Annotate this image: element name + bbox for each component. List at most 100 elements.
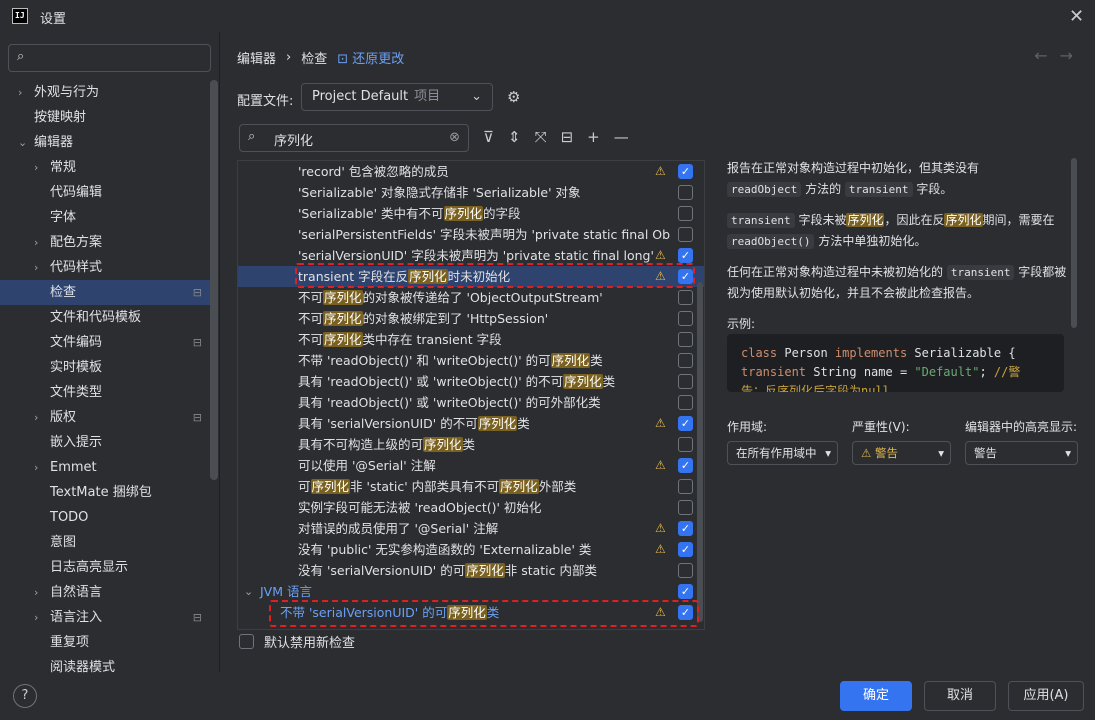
sidebar-item[interactable]: TODO: [0, 505, 210, 530]
inspection-row[interactable]: 可以使用 '@Serial' 注解 ⚠ ✓: [238, 455, 704, 476]
default-disabled-option[interactable]: 默认禁用新检查: [239, 632, 355, 651]
sidebar-item[interactable]: 字体: [0, 205, 210, 230]
inspection-checkbox[interactable]: [678, 311, 693, 326]
collapse-all-icon[interactable]: ⤧: [535, 128, 547, 146]
highlight-dropdown[interactable]: 警告 ▾: [965, 441, 1078, 465]
scope-dropdown[interactable]: 在所有作用域中 ▾: [727, 441, 838, 465]
sidebar-item[interactable]: › Emmet: [0, 455, 210, 480]
chevron-right-icon[interactable]: ›: [34, 230, 38, 255]
chevron-right-icon[interactable]: ›: [34, 455, 38, 480]
inspection-checkbox[interactable]: [678, 332, 693, 347]
sidebar-item[interactable]: 日志高亮显示: [0, 555, 210, 580]
cancel-button[interactable]: 取消: [924, 681, 996, 711]
clear-icon[interactable]: ⊗: [449, 130, 460, 145]
inspection-row[interactable]: 实例字段可能无法被 'readObject()' 初始化: [238, 497, 704, 518]
help-button[interactable]: ?: [13, 684, 37, 708]
inspection-row[interactable]: 'Serializable' 类中有不可序列化的字段: [238, 203, 704, 224]
chevron-down-icon[interactable]: ⌄: [244, 581, 253, 602]
inspection-checkbox[interactable]: [678, 563, 693, 578]
chevron-down-icon[interactable]: ⌄: [18, 130, 27, 155]
inspection-row[interactable]: 具有不可构造上级的可序列化类: [238, 434, 704, 455]
inspection-row[interactable]: 没有 'serialVersionUID' 的可序列化非 static 内部类: [238, 560, 704, 581]
settings-search-input[interactable]: ⌕: [8, 44, 211, 72]
inspection-row[interactable]: 'record' 包含被忽略的成员 ⚠ ✓: [238, 161, 704, 182]
inspection-row[interactable]: 'Serializable' 对象隐式存储非 'Serializable' 对象: [238, 182, 704, 203]
sidebar-item[interactable]: › 配色方案: [0, 230, 210, 255]
inspection-row[interactable]: 不可序列化的对象被绑定到了 'HttpSession': [238, 308, 704, 329]
sidebar-item[interactable]: 嵌入提示: [0, 430, 210, 455]
sidebar-item[interactable]: 代码编辑: [0, 180, 210, 205]
remove-icon[interactable]: —: [614, 128, 629, 146]
inspection-row[interactable]: 可序列化非 'static' 内部类具有不可序列化外部类: [238, 476, 704, 497]
chevron-right-icon[interactable]: ›: [18, 80, 22, 105]
inspection-checkbox[interactable]: [678, 374, 693, 389]
inspection-row[interactable]: 没有 'public' 无实参构造函数的 'Externalizable' 类 ⚠…: [238, 539, 704, 560]
sidebar-item[interactable]: 文件和代码模板: [0, 305, 210, 330]
sidebar-item[interactable]: › 版权 ⊟: [0, 405, 210, 430]
reset-icon[interactable]: ⊟: [561, 128, 574, 146]
sidebar-item[interactable]: ⌄ 编辑器: [0, 130, 210, 155]
inspection-filter-input[interactable]: ⌕ 序列化 ⊗: [239, 124, 469, 152]
chevron-right-icon[interactable]: ›: [34, 405, 38, 430]
sidebar-item[interactable]: › 语言注入 ⊟: [0, 605, 210, 630]
sidebar-item[interactable]: › 外观与行为: [0, 80, 210, 105]
sidebar-item[interactable]: 实时模板: [0, 355, 210, 380]
inspection-checkbox[interactable]: [678, 353, 693, 368]
sidebar-item[interactable]: TextMate 捆绑包: [0, 480, 210, 505]
inspection-row[interactable]: 具有 'serialVersionUID' 的不可序列化类 ⚠ ✓: [238, 413, 704, 434]
inspection-row[interactable]: 具有 'readObject()' 或 'writeObject()' 的可外部…: [238, 392, 704, 413]
inspection-row[interactable]: 'serialPersistentFields' 字段未被声明为 'privat…: [238, 224, 704, 245]
chevron-right-icon[interactable]: ›: [34, 155, 38, 180]
history-arrows[interactable]: ←→: [1034, 46, 1085, 65]
inspection-checkbox[interactable]: ✓: [678, 521, 693, 536]
sidebar-item[interactable]: 重复项: [0, 630, 210, 655]
inspection-checkbox[interactable]: ✓: [678, 458, 693, 473]
filter-icon[interactable]: ⊽: [483, 128, 494, 146]
severity-dropdown[interactable]: ⚠ 警告 ▾: [852, 441, 951, 465]
inspection-row[interactable]: 对错误的成员使用了 '@Serial' 注解 ⚠ ✓: [238, 518, 704, 539]
inspection-checkbox[interactable]: [678, 395, 693, 410]
chevron-right-icon[interactable]: ›: [34, 255, 38, 280]
apply-button[interactable]: 应用(A): [1008, 681, 1084, 711]
expand-all-icon[interactable]: ⇕: [508, 128, 521, 146]
sidebar-item[interactable]: 检查 ⊟: [0, 280, 210, 305]
inspection-checkbox[interactable]: [678, 437, 693, 452]
default-disabled-checkbox[interactable]: [239, 634, 254, 649]
gear-icon[interactable]: ⚙: [507, 88, 520, 106]
description-scrollbar[interactable]: [1071, 158, 1077, 328]
inspection-row[interactable]: 具有 'readObject()' 或 'writeObject()' 的不可序…: [238, 371, 704, 392]
sidebar-item[interactable]: › 常规: [0, 155, 210, 180]
sidebar-item[interactable]: › 自然语言: [0, 580, 210, 605]
inspection-checkbox[interactable]: [678, 290, 693, 305]
sidebar-item[interactable]: 文件编码 ⊟: [0, 330, 210, 355]
inspection-text: 的对象被传递给了 'ObjectOutputStream': [362, 290, 603, 305]
inspection-checkbox[interactable]: ✓: [678, 248, 693, 263]
inspection-row[interactable]: 不带 'readObject()' 和 'writeObject()' 的可序列…: [238, 350, 704, 371]
group-checkbox[interactable]: ✓: [678, 584, 693, 599]
inspection-checkbox[interactable]: ✓: [678, 416, 693, 431]
chevron-right-icon[interactable]: ›: [34, 605, 38, 630]
ok-button[interactable]: 确定: [840, 681, 912, 711]
profile-dropdown[interactable]: Project Default 项目 ⌄: [301, 83, 493, 111]
sidebar-item[interactable]: 意图: [0, 530, 210, 555]
list-scrollbar[interactable]: [697, 282, 703, 622]
inspection-row[interactable]: 不可序列化类中存在 transient 字段: [238, 329, 704, 350]
inspection-checkbox[interactable]: [678, 185, 693, 200]
inspection-row[interactable]: 不可序列化的对象被传递给了 'ObjectOutputStream': [238, 287, 704, 308]
close-icon[interactable]: ✕: [1069, 6, 1084, 27]
inspection-group-row[interactable]: ⌄ JVM 语言 ✓: [238, 581, 704, 602]
inspection-checkbox[interactable]: [678, 206, 693, 221]
sidebar-item[interactable]: 文件类型: [0, 380, 210, 405]
inspection-checkbox[interactable]: ✓: [678, 164, 693, 179]
sidebar-item[interactable]: 按键映射: [0, 105, 210, 130]
inspection-checkbox[interactable]: ✓: [678, 542, 693, 557]
inspection-label: 没有 'public' 无实参构造函数的 'Externalizable' 类: [298, 539, 591, 560]
inspection-checkbox[interactable]: [678, 500, 693, 515]
sidebar-scrollbar[interactable]: [210, 80, 218, 480]
inspection-checkbox[interactable]: [678, 227, 693, 242]
inspection-checkbox[interactable]: [678, 479, 693, 494]
chevron-right-icon[interactable]: ›: [34, 580, 38, 605]
add-icon[interactable]: +: [587, 128, 600, 146]
revert-changes-link[interactable]: ⊡ 还原更改: [337, 48, 404, 67]
sidebar-item[interactable]: › 代码样式: [0, 255, 210, 280]
